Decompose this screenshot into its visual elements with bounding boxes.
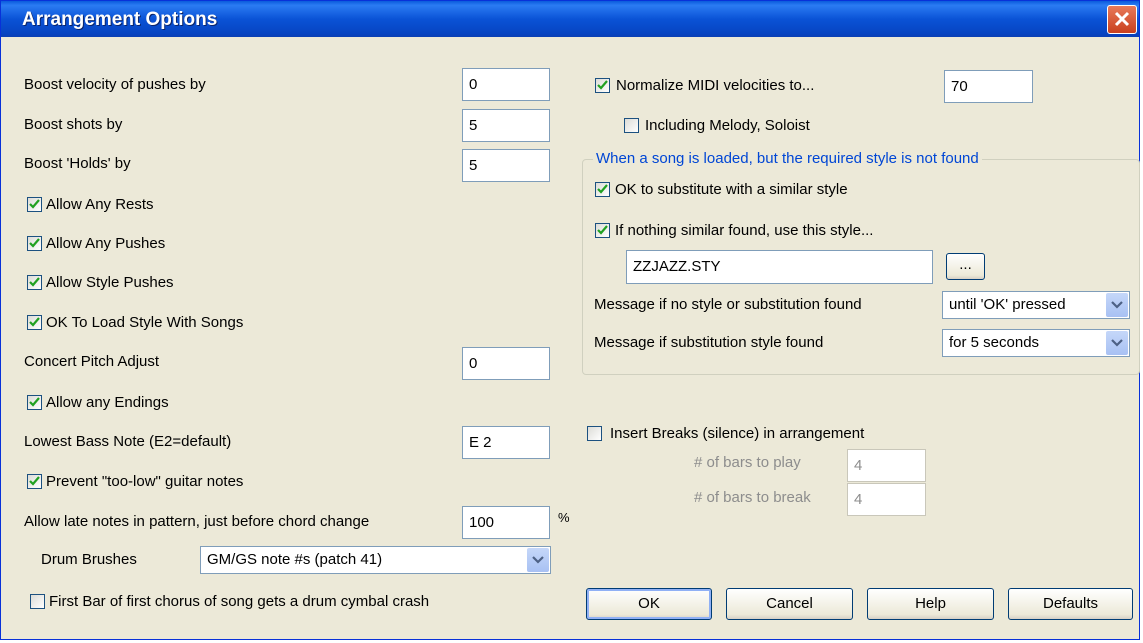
nothing-similar-checkbox[interactable] (595, 223, 610, 238)
boost-pushes-input[interactable]: 0 (462, 68, 550, 101)
including-melody-label[interactable]: Including Melody, Soloist (645, 117, 810, 135)
insert-breaks-checkbox[interactable] (587, 426, 602, 441)
dropdown-button[interactable] (527, 548, 549, 572)
concert-pitch-input[interactable]: 0 (462, 347, 550, 380)
chevron-down-icon (1111, 339, 1123, 347)
checkmark-icon (29, 199, 40, 209)
chevron-down-icon (532, 556, 544, 564)
msg-no-style-value: until 'OK' pressed (949, 296, 1066, 313)
msg-substitution-select[interactable]: for 5 seconds (942, 329, 1130, 357)
late-notes-input[interactable]: 100 (462, 506, 550, 539)
checkmark-icon (29, 277, 40, 287)
concert-pitch-label: Concert Pitch Adjust (24, 353, 160, 370)
including-melody-checkbox[interactable] (624, 118, 639, 133)
allow-endings-label[interactable]: Allow any Endings (46, 394, 169, 412)
msg-substitution-value: for 5 seconds (949, 334, 1040, 351)
allow-rests-label[interactable]: Allow Any Rests (46, 196, 154, 214)
boost-holds-label: Boost 'Holds' by (24, 155, 131, 172)
cancel-button[interactable]: Cancel (726, 588, 853, 620)
dialog-title: Arrangement Options (22, 9, 218, 30)
checkmark-icon (597, 80, 608, 90)
normalize-label[interactable]: Normalize MIDI velocities to... (616, 77, 814, 95)
checkmark-icon (29, 476, 40, 486)
msg-substitution-label: Message if substitution style found (594, 334, 824, 351)
browse-button[interactable]: ... (946, 253, 985, 280)
checkmark-icon (597, 225, 608, 235)
boost-pushes-label: Boost velocity of pushes by (24, 76, 206, 93)
close-button[interactable] (1107, 5, 1137, 34)
msg-no-style-select[interactable]: until 'OK' pressed (942, 291, 1130, 319)
drum-brushes-select[interactable]: GM/GS note #s (patch 41) (200, 546, 551, 574)
arrangement-options-dialog: Arrangement Options Boost velocity of pu… (0, 0, 1140, 640)
lowest-bass-label: Lowest Bass Note (E2=default) (24, 433, 232, 450)
bars-to-play-label: # of bars to play (694, 454, 801, 471)
style-not-found-group-title: When a song is loaded, but the required … (593, 150, 982, 167)
chevron-down-icon (1111, 301, 1123, 309)
ok-button[interactable]: OK (586, 588, 712, 620)
cymbal-crash-label[interactable]: First Bar of first chorus of song gets a… (49, 593, 429, 611)
msg-no-style-label: Message if no style or substitution foun… (594, 296, 862, 313)
drum-brushes-label: Drum Brushes (41, 551, 137, 568)
allow-style-pushes-checkbox[interactable] (27, 275, 42, 290)
bars-to-play-input[interactable]: 4 (847, 449, 926, 482)
allow-endings-checkbox[interactable] (27, 395, 42, 410)
prevent-low-guitar-label[interactable]: Prevent "too-low" guitar notes (46, 473, 243, 491)
normalize-input[interactable]: 70 (944, 70, 1033, 103)
dropdown-button[interactable] (1106, 331, 1128, 355)
style-file-input[interactable]: ZZJAZZ.STY (626, 250, 933, 284)
help-button[interactable]: Help (867, 588, 994, 620)
lowest-bass-input[interactable]: E 2 (462, 426, 550, 459)
allow-style-pushes-label[interactable]: Allow Style Pushes (46, 274, 174, 292)
allow-pushes-label[interactable]: Allow Any Pushes (46, 235, 165, 253)
title-bar[interactable]: Arrangement Options (1, 1, 1139, 37)
ok-substitute-checkbox[interactable] (595, 182, 610, 197)
drum-brushes-value: GM/GS note #s (patch 41) (207, 551, 383, 568)
checkmark-icon (29, 397, 40, 407)
cymbal-crash-checkbox[interactable] (30, 594, 45, 609)
checkmark-icon (597, 184, 608, 194)
bars-to-break-label: # of bars to break (694, 489, 811, 506)
checkmark-icon (29, 317, 40, 327)
bars-to-break-input[interactable]: 4 (847, 483, 926, 516)
prevent-low-guitar-checkbox[interactable] (27, 474, 42, 489)
ok-substitute-label[interactable]: OK to substitute with a similar style (615, 181, 848, 199)
ok-load-style-checkbox[interactable] (27, 315, 42, 330)
insert-breaks-label[interactable]: Insert Breaks (silence) in arrangement (610, 425, 864, 443)
normalize-checkbox[interactable] (595, 78, 610, 93)
defaults-button[interactable]: Defaults (1008, 588, 1133, 620)
dropdown-button[interactable] (1106, 293, 1128, 317)
nothing-similar-label[interactable]: If nothing similar found, use this style… (615, 222, 873, 240)
close-icon (1114, 11, 1130, 27)
boost-shots-input[interactable]: 5 (462, 109, 550, 142)
boost-shots-label: Boost shots by (24, 116, 123, 133)
allow-rests-checkbox[interactable] (27, 197, 42, 212)
ok-load-style-label[interactable]: OK To Load Style With Songs (46, 314, 243, 332)
percent-unit: % (558, 510, 570, 525)
boost-holds-input[interactable]: 5 (462, 149, 550, 182)
allow-pushes-checkbox[interactable] (27, 236, 42, 251)
late-notes-label: Allow late notes in pattern, just before… (24, 513, 370, 530)
checkmark-icon (29, 238, 40, 248)
